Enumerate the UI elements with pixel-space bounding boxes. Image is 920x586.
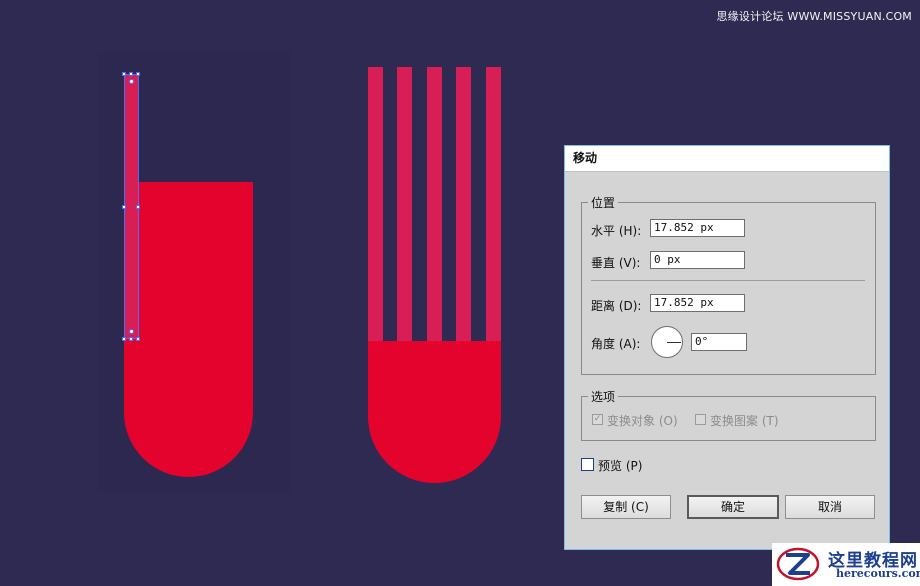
angle-input[interactable]: 0° [691, 333, 747, 351]
selection-handle-top-right[interactable] [136, 72, 140, 76]
position-group-label: 位置 [588, 194, 619, 211]
cancel-button[interactable]: 取消 [785, 495, 875, 519]
selection-handle-mid-left[interactable] [122, 205, 126, 209]
move-dialog: 移动 位置 水平 (H): 17.852 px 垂直 (V): 0 px 距离 … [564, 145, 890, 550]
horizontal-label: 水平 (H): [591, 224, 642, 238]
horizontal-input[interactable]: 17.852 px [650, 219, 745, 237]
preview-checkbox[interactable] [581, 458, 594, 471]
selection-handle-top-mid[interactable] [129, 72, 133, 76]
stripe-3[interactable] [427, 67, 442, 341]
right-red-semicircle[interactable] [368, 350, 501, 483]
stripe-2[interactable] [397, 67, 412, 341]
anchor-point-bottom[interactable] [129, 329, 134, 334]
preview-label: 预览 (P) [598, 459, 643, 473]
angle-dial-hand [667, 342, 681, 343]
selection-handle-mid-right[interactable] [136, 205, 140, 209]
vertical-label: 垂直 (V): [591, 256, 641, 270]
site-logo: 这里教程网 herecours.com [772, 543, 920, 586]
selection-handle-bottom-right[interactable] [136, 337, 140, 341]
transform-patterns-label: 变换图案 (T) [710, 414, 779, 428]
transform-objects-checkbox[interactable]: ✓ [592, 414, 603, 425]
stripe-1[interactable] [368, 67, 383, 341]
watermark-text: 思缘设计论坛 WWW.MISSYUAN.COM [716, 10, 912, 23]
options-group-label: 选项 [588, 388, 619, 405]
selection-handle-top-left[interactable] [122, 72, 126, 76]
copy-button[interactable]: 复制 (C) [581, 495, 671, 519]
stripe-5[interactable] [486, 67, 501, 341]
angle-label: 角度 (A): [591, 337, 641, 351]
stripe-4[interactable] [456, 67, 471, 341]
left-red-semicircle[interactable] [124, 348, 253, 477]
transform-objects-label: 变换对象 (O) [607, 414, 678, 428]
angle-dial[interactable] [651, 326, 683, 358]
distance-label: 距离 (D): [591, 299, 642, 313]
anchor-point-top[interactable] [129, 79, 134, 84]
logo-english-text: herecours.com [836, 567, 920, 580]
ok-button[interactable]: 确定 [687, 495, 779, 519]
position-separator [591, 280, 865, 281]
dialog-title: 移动 [565, 146, 889, 172]
selection-handle-bottom-mid[interactable] [129, 337, 133, 341]
distance-input[interactable]: 17.852 px [650, 294, 745, 312]
vertical-input[interactable]: 0 px [650, 251, 745, 269]
selection-handle-bottom-left[interactable] [122, 337, 126, 341]
logo-z-icon [776, 547, 820, 581]
transform-patterns-checkbox[interactable] [695, 414, 706, 425]
